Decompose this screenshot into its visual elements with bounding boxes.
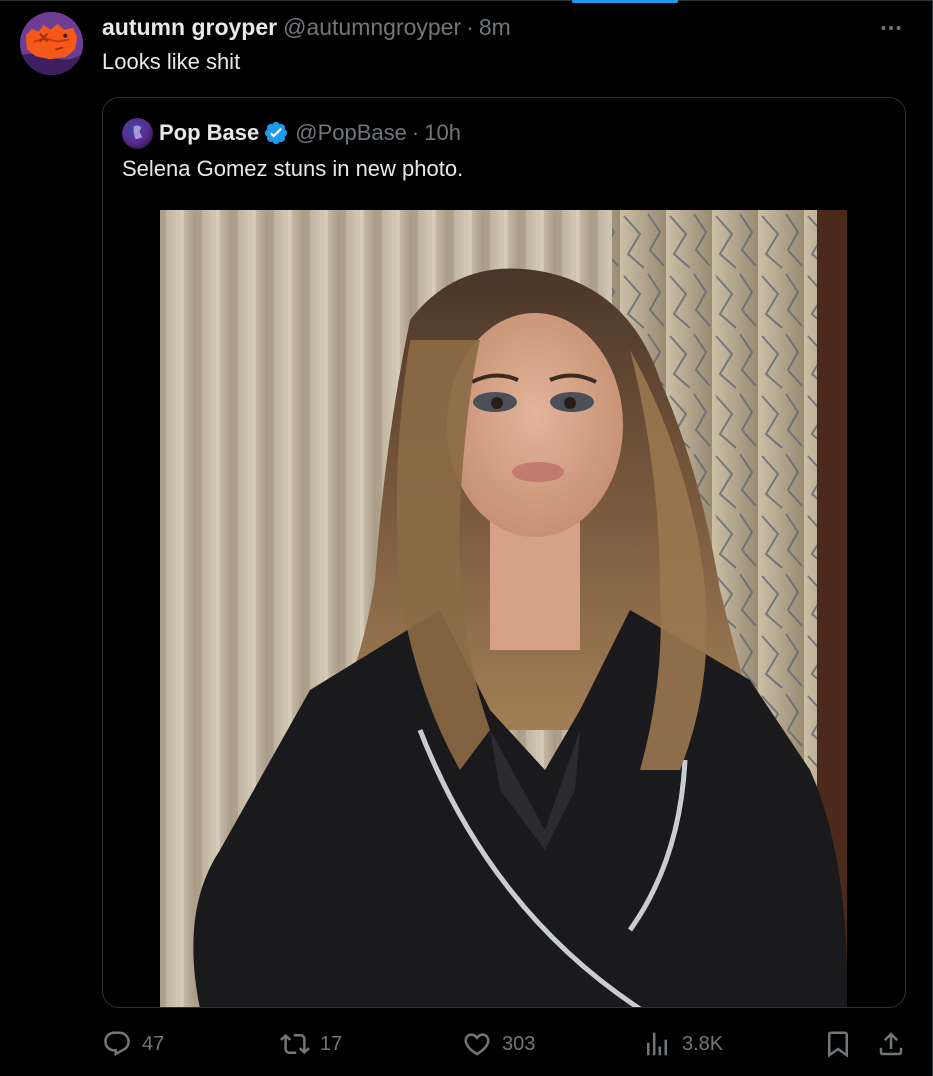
share-icon	[879, 1032, 903, 1056]
quoted-tweet-header: Pop Base @PopBase · 10h	[122, 117, 461, 149]
quoted-tweet-photo[interactable]	[160, 210, 847, 1007]
tweet-action-bar: 47 17 303 3.8K	[102, 1027, 908, 1061]
quoted-tweet-card[interactable]: Pop Base @PopBase · 10h Selena Gomez stu…	[102, 97, 906, 1008]
more-options-button[interactable]	[877, 16, 905, 40]
reply-button[interactable]: 47	[102, 1027, 164, 1061]
tweet-header: autumn groyper @autumngroyper · 8m	[102, 14, 511, 42]
tweet-page: autumn groyper @autumngroyper · 8m Looks…	[0, 0, 933, 1076]
bookmark-button[interactable]	[823, 1027, 853, 1061]
author-display-name[interactable]: autumn groyper	[102, 14, 277, 41]
retweet-icon	[280, 1033, 310, 1055]
reply-count: 47	[142, 1032, 165, 1055]
views-chart-icon	[647, 1032, 667, 1056]
tweet-text: Looks like shit	[102, 49, 241, 74]
views-button[interactable]: 3.8K	[642, 1027, 723, 1061]
quoted-author-avatar[interactable]	[122, 117, 153, 149]
quoted-timestamp[interactable]: 10h	[424, 120, 461, 146]
share-button[interactable]	[876, 1027, 906, 1061]
quoted-tweet-text: Selena Gomez stuns in new photo.	[122, 156, 464, 181]
top-divider	[0, 0, 933, 1]
pop-base-avatar-icon	[122, 117, 153, 149]
photo-woman-black-blazer-icon	[160, 210, 847, 1007]
active-tab-indicator	[572, 0, 678, 3]
retweet-button[interactable]: 17	[280, 1027, 342, 1061]
more-horizontal-icon	[881, 26, 901, 30]
header-separator: ·	[466, 14, 474, 40]
views-count: 3.8K	[682, 1032, 724, 1055]
tweet-timestamp[interactable]: 8m	[479, 14, 511, 41]
quoted-header-separator: ·	[411, 120, 420, 145]
retweet-count: 17	[320, 1032, 343, 1055]
reply-icon	[104, 1031, 130, 1057]
author-handle[interactable]: @autumngroyper	[283, 14, 461, 41]
author-avatar[interactable]	[20, 12, 83, 75]
orange-frog-avatar-icon	[20, 12, 83, 75]
like-button[interactable]: 303	[462, 1027, 535, 1061]
heart-icon	[464, 1033, 490, 1056]
quoted-handle[interactable]: @PopBase	[295, 120, 407, 146]
bookmark-icon	[828, 1031, 848, 1058]
like-count: 303	[502, 1032, 536, 1055]
verified-badge-icon	[265, 121, 288, 145]
quoted-display-name[interactable]: Pop Base	[159, 120, 259, 146]
